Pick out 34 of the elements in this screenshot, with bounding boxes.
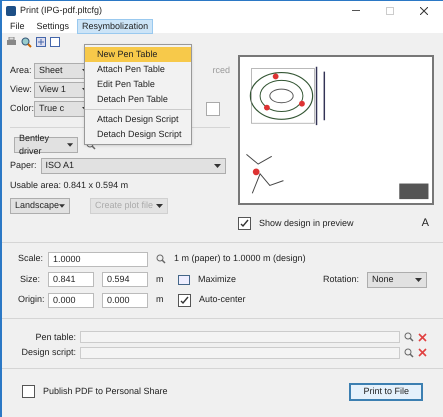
menu-item[interactable]: Settings	[32, 20, 74, 34]
field-label: Rotation:	[322, 272, 359, 286]
orientation-dropdown[interactable]: Landscape	[10, 198, 70, 214]
field-label: Size:	[18, 272, 40, 286]
print-to-file-button[interactable]: Print to File	[349, 382, 423, 400]
size-x-field[interactable]: 0.841	[48, 272, 94, 287]
origin-y-field[interactable]: 0.000	[102, 292, 148, 308]
window-title: Print (IPG-pdf.pltcfg)	[20, 4, 102, 17]
unit-label: m	[156, 293, 164, 306]
paper-dropdown[interactable]: ISO A1	[40, 158, 226, 174]
font-symbol[interactable]: A	[422, 215, 429, 232]
printer-dropdown[interactable]: Bentley driver	[14, 137, 78, 153]
maximize-label[interactable]: Maximize	[198, 272, 236, 286]
unit-label: m	[156, 272, 164, 286]
field-label: Pen table:	[34, 330, 76, 344]
menu-item[interactable]: File	[6, 20, 29, 34]
rotation-dropdown[interactable]: None	[367, 272, 427, 288]
checkbox-label: Auto-center	[199, 293, 246, 306]
checkbox-label: Publish PDF to Personal Share	[43, 384, 168, 398]
scale-description: 1 m (paper) to 1.0000 m (design)	[174, 252, 306, 266]
label-fragment: rced	[212, 64, 230, 78]
origin-x-field[interactable]: 0.000	[48, 292, 94, 308]
field-label: Area:	[10, 64, 30, 78]
menu-option[interactable]: New Pen Table	[85, 47, 191, 62]
checkbox-label: Show design in preview	[259, 216, 354, 230]
usable-area-text: Usable area: 0.841 x 0.594 m	[10, 179, 130, 192]
field-label: Paper:	[10, 159, 37, 172]
field-label: Design script:	[20, 346, 76, 359]
field-label: View:	[10, 83, 30, 96]
menu-option[interactable]: Detach Design Script	[85, 127, 191, 142]
size-y-field[interactable]: 0.594	[102, 272, 148, 287]
field-label: Scale:	[18, 252, 40, 266]
scale-field[interactable]: 1.0000	[48, 252, 148, 266]
menu-item[interactable]: Resymbolization	[77, 18, 154, 34]
